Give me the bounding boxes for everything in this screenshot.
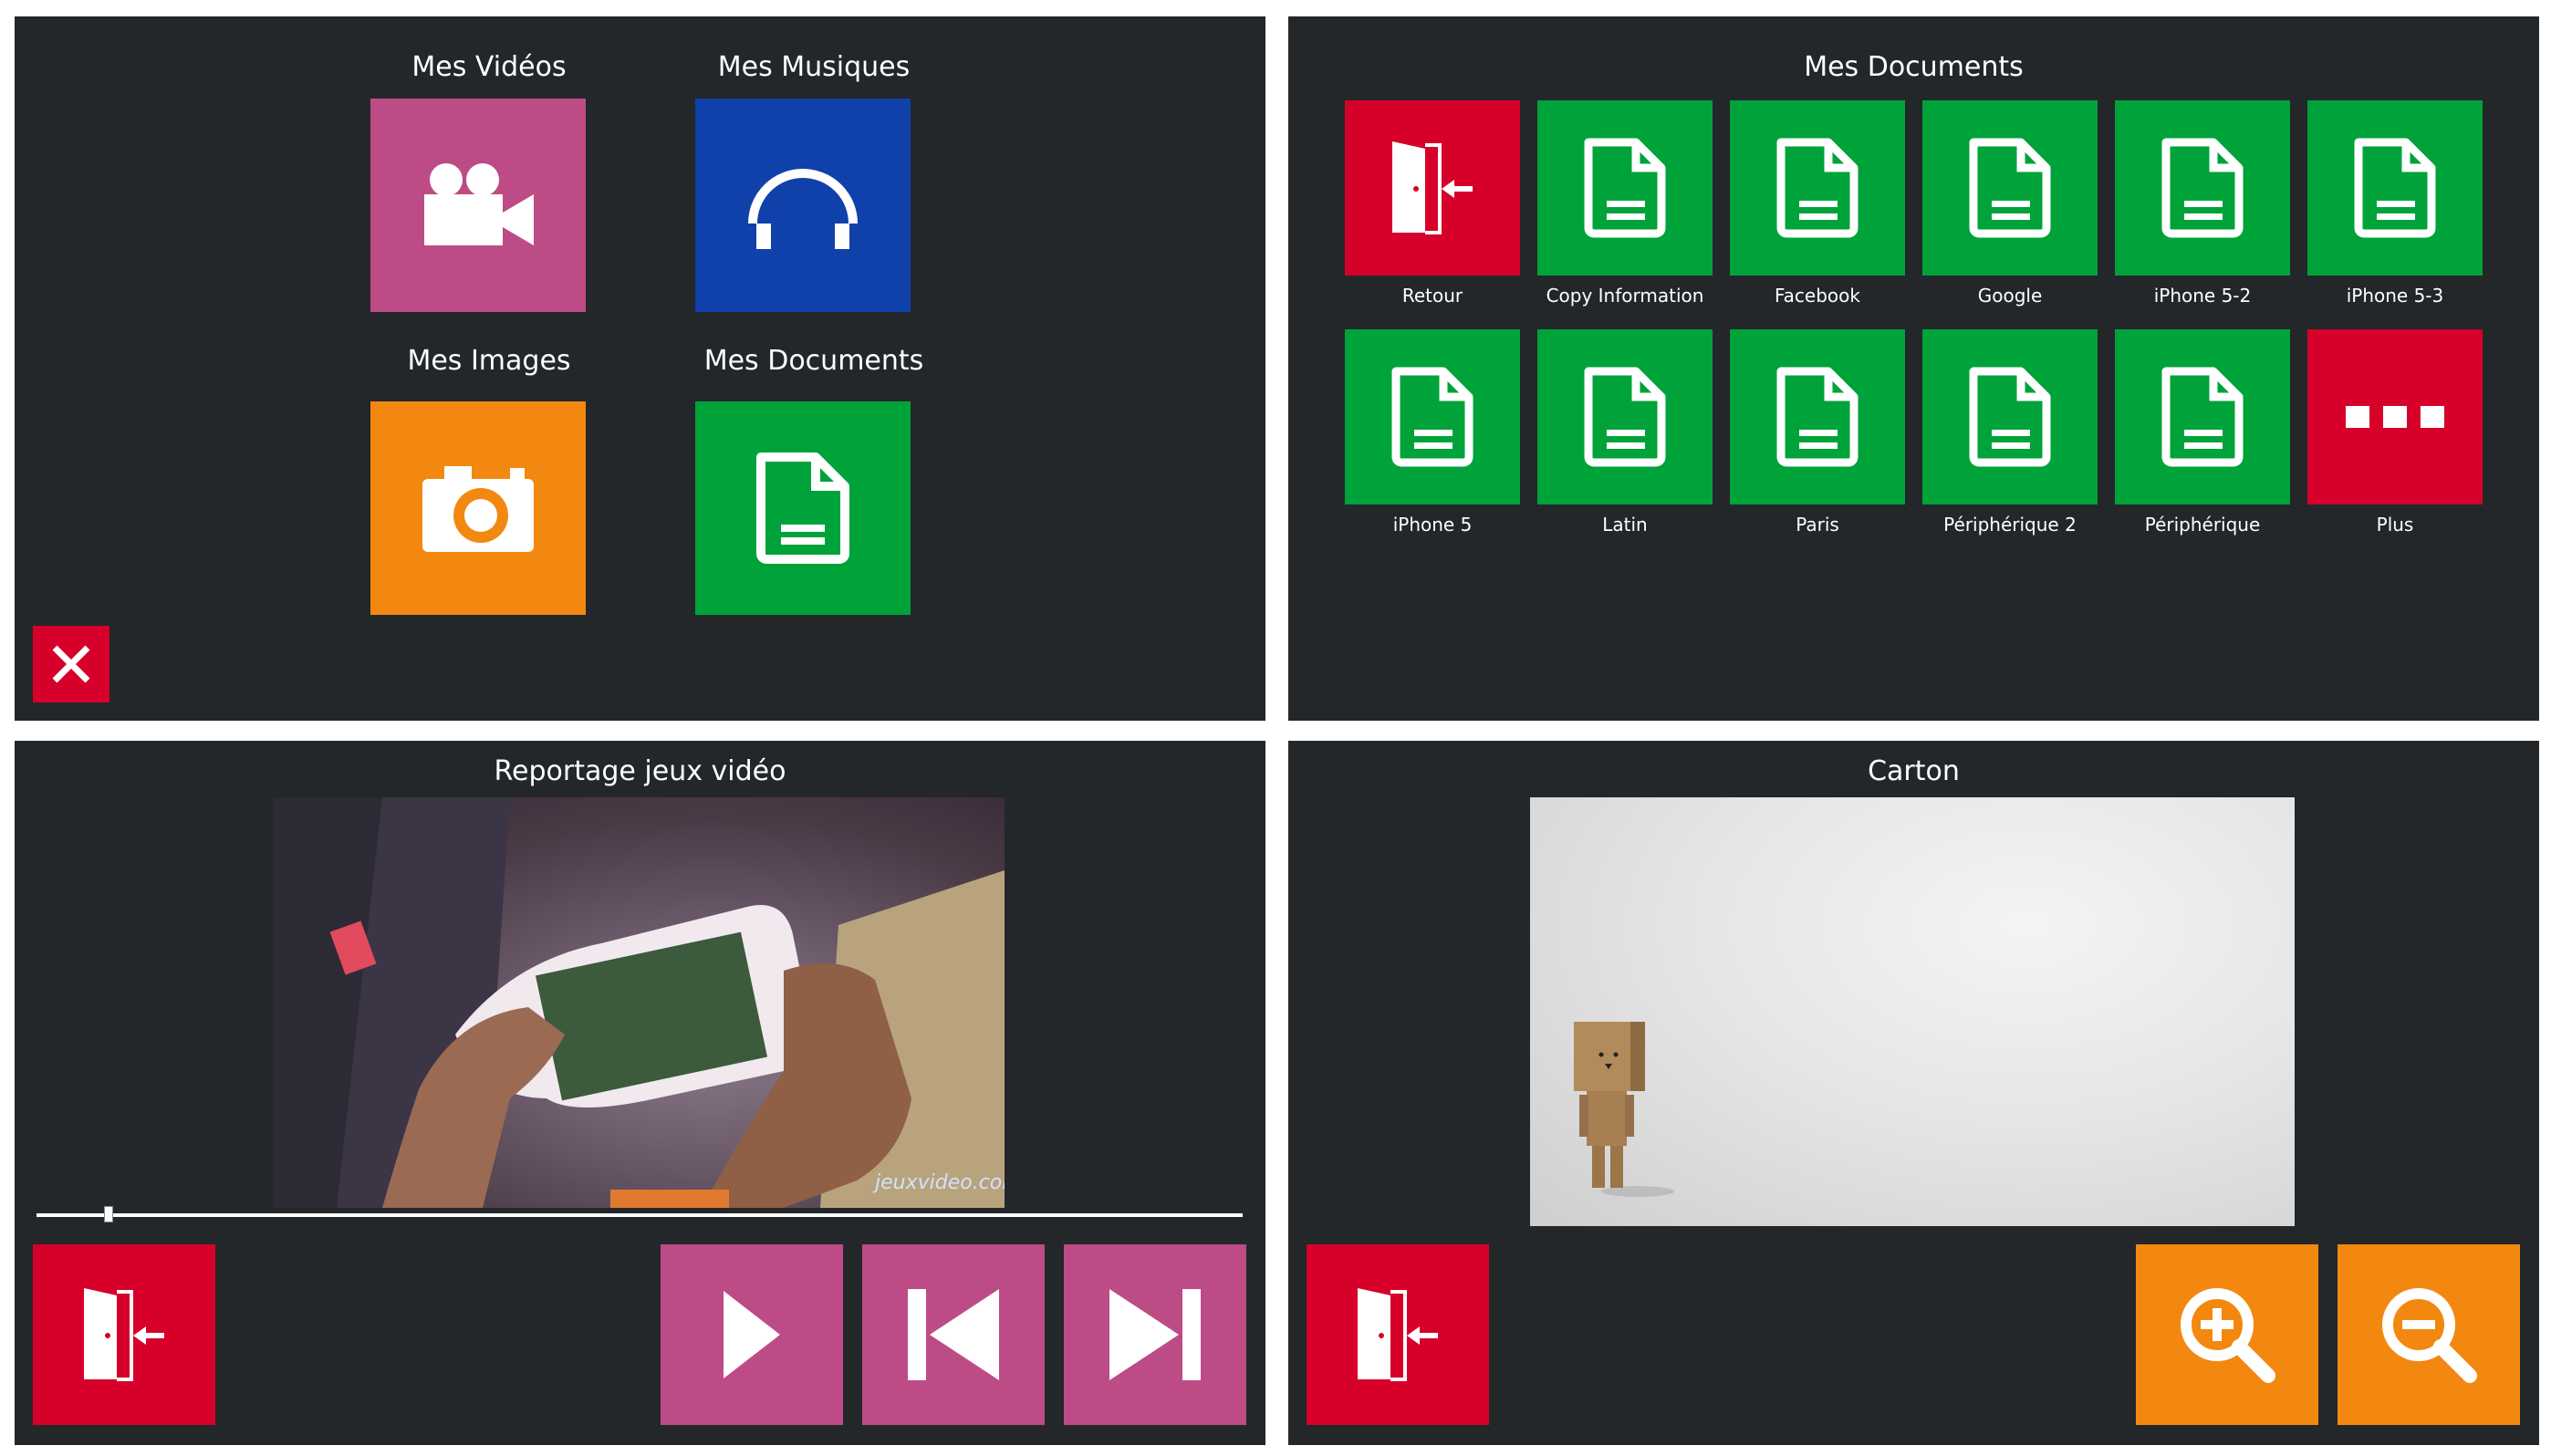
document-label: Plus	[2376, 514, 2414, 536]
tile-label-videos: Mes Vidéos	[411, 51, 567, 83]
document-icon	[2351, 137, 2439, 239]
document-tile[interactable]	[1537, 329, 1713, 504]
zoom-in-button[interactable]	[2136, 1244, 2318, 1425]
tile-label-images: Mes Images	[407, 345, 571, 377]
document-label: Facebook	[1775, 285, 1860, 307]
close-icon	[52, 645, 90, 683]
videos-tile[interactable]	[370, 99, 586, 312]
document-label: Retour	[1401, 285, 1463, 307]
exit-door-icon	[1389, 138, 1476, 238]
document-icon	[1389, 366, 1476, 468]
more-dots-icon	[2346, 404, 2444, 430]
document-tile[interactable]	[2307, 329, 2483, 504]
document-tile[interactable]	[2115, 100, 2290, 276]
document-tile[interactable]	[1730, 329, 1905, 504]
document-icon	[1581, 366, 1669, 468]
image-viewer-panel: Carton	[1288, 741, 2539, 1445]
page-title: Mes Documents	[1804, 51, 2024, 83]
document-label: Copy Information	[1546, 285, 1704, 307]
image-frame[interactable]	[1530, 797, 2295, 1226]
image-title: Carton	[1868, 755, 1960, 787]
skip-previous-icon	[908, 1289, 999, 1380]
video-title: Reportage jeux vidéo	[494, 755, 786, 787]
document-icon	[1581, 137, 1669, 239]
video-scene	[273, 797, 1005, 1208]
document-icon	[2159, 137, 2246, 239]
video-player-panel: Reportage jeux vidéo jeuxvideo.com	[15, 741, 1265, 1445]
cardboard-figure-image	[1574, 1022, 1674, 1197]
music-tile[interactable]	[695, 99, 911, 312]
seek-handle[interactable]	[104, 1206, 114, 1222]
document-tile[interactable]	[2115, 329, 2290, 504]
zoom-in-icon	[2181, 1288, 2275, 1383]
close-button[interactable]	[33, 626, 109, 702]
document-tile[interactable]	[1345, 100, 1520, 276]
next-button[interactable]	[1064, 1244, 1246, 1425]
seek-bar[interactable]	[36, 1213, 1243, 1217]
documents-panel: Mes Documents Retour Copy Information Face…	[1288, 16, 2539, 721]
video-camera-icon	[424, 163, 534, 245]
camera-icon	[422, 466, 534, 552]
document-tile[interactable]	[2307, 100, 2483, 276]
document-icon	[1774, 137, 1861, 239]
document-tile[interactable]	[1922, 100, 2098, 276]
images-tile[interactable]	[370, 401, 586, 615]
document-tile[interactable]	[1345, 329, 1520, 504]
document-icon	[1966, 366, 2054, 468]
zoom-out-icon	[2382, 1288, 2477, 1383]
exit-button[interactable]	[1307, 1244, 1489, 1425]
exit-door-icon	[1358, 1288, 1438, 1381]
document-label: Périphérique	[2144, 514, 2261, 536]
document-tile[interactable]	[1537, 100, 1713, 276]
document-label: Périphérique 2	[1943, 514, 2077, 536]
document-tile[interactable]	[1730, 100, 1905, 276]
tile-label-documents: Mes Documents	[703, 345, 924, 377]
document-label: Google	[1977, 285, 2043, 307]
document-label: Latin	[1602, 514, 1648, 536]
documents-tile[interactable]	[695, 401, 911, 615]
skip-next-icon	[1109, 1289, 1201, 1380]
play-icon	[724, 1291, 780, 1378]
video-frame[interactable]: jeuxvideo.com	[273, 797, 1005, 1208]
exit-button[interactable]	[33, 1244, 215, 1425]
document-icon	[1774, 366, 1861, 468]
document-label: Paris	[1796, 514, 1839, 536]
zoom-out-button[interactable]	[2338, 1244, 2520, 1425]
document-icon	[756, 452, 849, 564]
document-label: iPhone 5-2	[2153, 285, 2252, 307]
previous-button[interactable]	[862, 1244, 1045, 1425]
play-button[interactable]	[661, 1244, 843, 1425]
headphones-icon	[748, 169, 858, 249]
document-icon	[2159, 366, 2246, 468]
document-tile[interactable]	[1922, 329, 2098, 504]
home-panel: Mes Vidéos Mes Musiques Mes Images Mes D…	[15, 16, 1265, 721]
document-icon	[1966, 137, 2054, 239]
document-label: iPhone 5-3	[2346, 285, 2444, 307]
video-watermark: jeuxvideo.com	[875, 1171, 1005, 1194]
exit-door-icon	[84, 1288, 164, 1381]
tile-label-music: Mes Musiques	[717, 51, 911, 83]
document-label: iPhone 5	[1392, 514, 1473, 536]
